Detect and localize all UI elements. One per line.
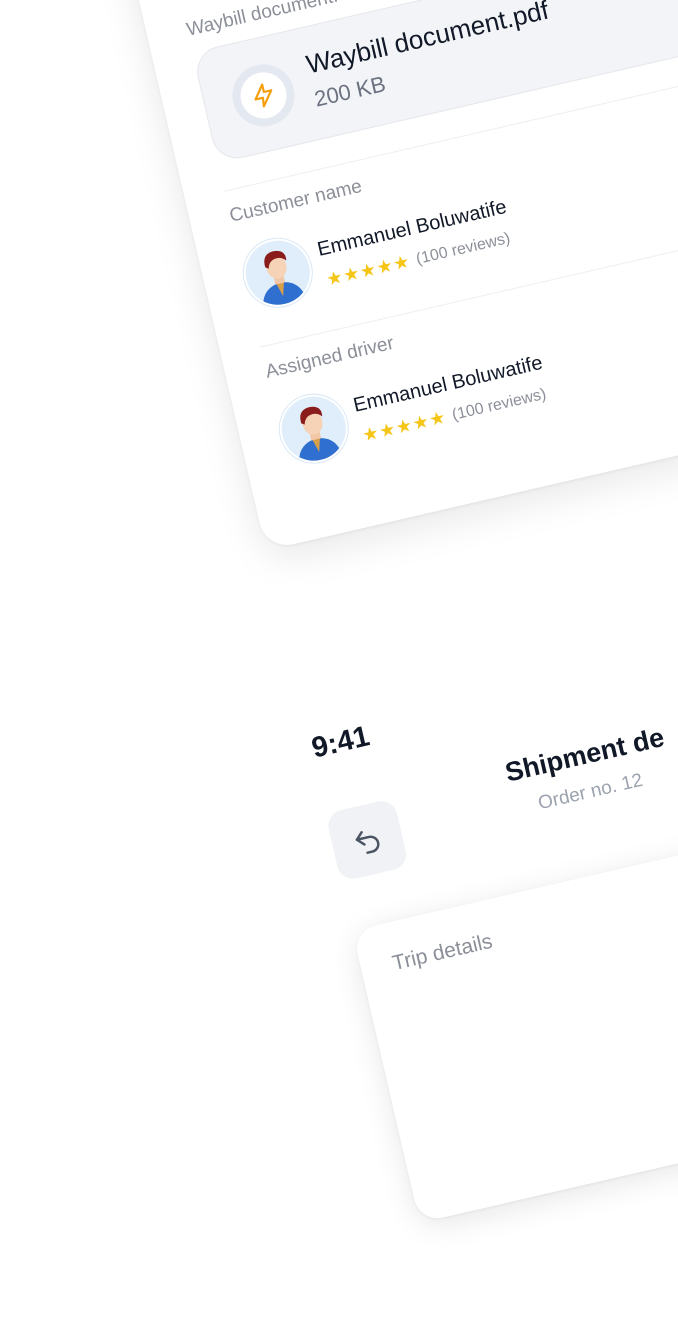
waybill-file[interactable]: Waybill document.pdf 200 KB (192, 0, 678, 164)
customer-avatar (237, 231, 319, 314)
undo-arrow-icon (355, 831, 380, 854)
reference-number: 111-12 (175, 0, 248, 4)
customer-label: Customer name (227, 175, 364, 227)
trip-details-label: Trip details (390, 929, 495, 976)
person-illustration-icon (281, 396, 346, 465)
driver-avatar (272, 387, 355, 470)
back-button[interactable] (325, 797, 410, 882)
file-icon-wrapper (226, 58, 301, 133)
page-title: Shipment de (502, 722, 667, 788)
file-name: Waybill document.pdf (303, 0, 552, 80)
shipment-details-card: 111-12 Waybill document: Waybill documen… (95, 0, 678, 551)
shipment-screen: 9:41 Shipment de Order no. 12 Trip detai… (290, 593, 678, 1335)
status-bar-time: 9:41 (308, 720, 373, 765)
person-illustration-icon (245, 240, 310, 309)
lightning-icon (254, 83, 273, 108)
